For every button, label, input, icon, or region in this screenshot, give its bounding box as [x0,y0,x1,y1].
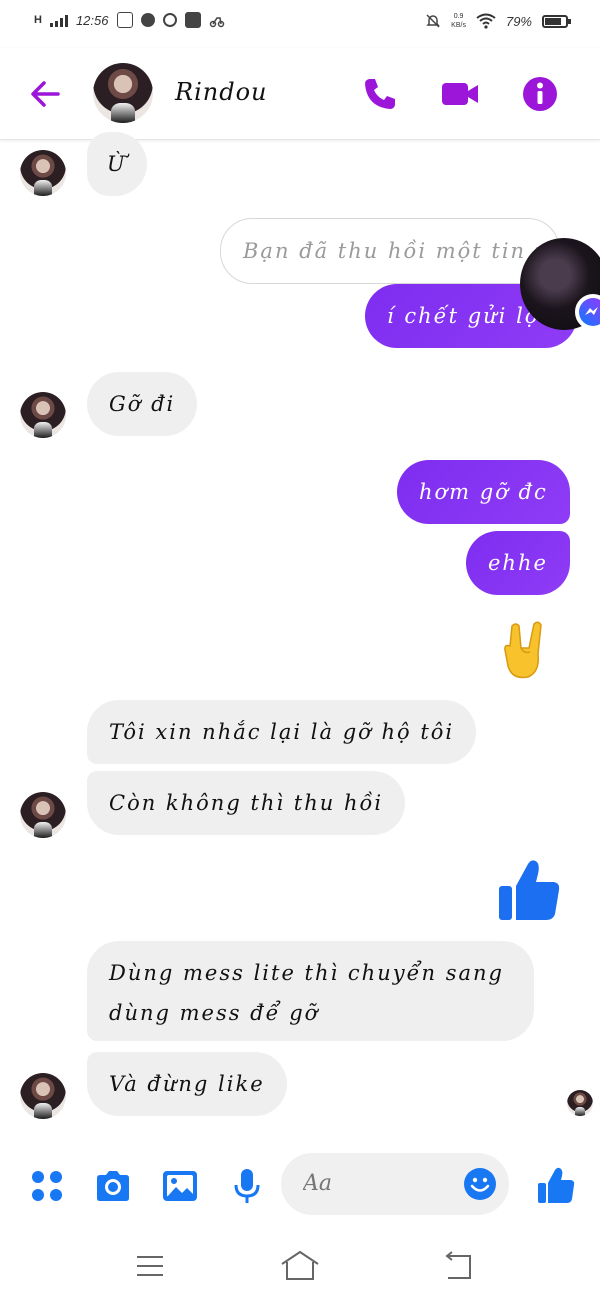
like-icon[interactable] [536,1166,576,1206]
composer-bar [0,1148,600,1228]
status-bar: H 12:56 0.9 KB/s 79% [0,0,600,48]
gallery-icon[interactable] [160,1166,200,1206]
net-speed: 0.9 KB/s [451,12,466,30]
battery-fill [545,17,561,25]
info-icon[interactable] [520,74,560,114]
avatar-image [20,392,66,438]
message-bubble-incoming[interactable]: Ừ [87,132,147,196]
avatar-image [20,150,66,196]
message-line: dùng mess để gỡ [109,1001,320,1025]
wifi-icon [476,13,496,29]
chat-header: Rindou [0,48,600,140]
clock: 12:56 [75,12,109,28]
signal-icon [49,13,68,27]
message-line: Dùng mess lite thì chuyển sang [109,961,504,985]
thumbs-up-icon[interactable] [496,858,562,924]
mic-icon[interactable] [227,1166,267,1206]
sender-avatar[interactable] [20,1073,66,1119]
contact-avatar[interactable] [93,63,153,123]
avatar-image [20,1073,66,1119]
message-bubble-incoming[interactable]: Gỡ đi [87,372,198,436]
zalo-icon [116,12,133,28]
play-icon [184,12,201,28]
message-bubble-incoming[interactable]: Còn không thì thu hồi [87,771,406,835]
rock-hand-emoji[interactable] [500,620,552,680]
message-input-wrapper[interactable] [281,1153,509,1215]
sender-avatar[interactable] [20,150,66,196]
chat-head-bubble[interactable] [520,238,600,330]
net-speed-unit: KB/s [451,22,466,29]
menu-grid-icon[interactable] [27,1166,67,1206]
system-nav-bar [0,1232,600,1300]
net-speed-value: 0.9 [453,13,464,20]
sender-avatar[interactable] [20,792,66,838]
camera-icon[interactable] [93,1166,133,1206]
back-arrow-icon[interactable] [28,76,64,112]
back-icon[interactable] [440,1248,476,1284]
unsent-message-bubble[interactable]: Bạn đã thu hồi một tin nhắn [220,218,560,284]
sender-avatar[interactable] [20,392,66,438]
video-icon[interactable] [440,74,480,114]
scooter-icon [209,17,224,28]
contact-name[interactable]: Rindou [175,78,267,106]
messenger-icon [140,13,155,27]
mute-bell-icon [426,14,440,28]
g-icon [162,13,177,27]
home-icon[interactable] [280,1248,320,1284]
avatar-image [20,792,66,838]
message-bubble-outgoing[interactable]: hơm gỡ đc [397,460,570,524]
menu-icon[interactable] [132,1248,168,1284]
messenger-badge-icon [575,294,600,330]
network-label: H [34,14,42,26]
message-bubble-incoming[interactable]: Dùng mess lite thì chuyển sang dùng mess… [87,941,534,1041]
avatar-image [567,1090,593,1116]
seen-receipt-avatar [567,1090,593,1116]
messenger-logo-icon [579,298,600,326]
message-bubble-outgoing[interactable]: ehhe [466,531,570,595]
battery-icon [542,14,571,28]
battery-percent: 79% [505,13,532,29]
emoji-smile-icon[interactable] [463,1167,497,1201]
phone-icon[interactable] [360,74,400,114]
message-bubble-incoming[interactable]: Và đừng like [87,1052,287,1116]
message-input[interactable] [303,1166,453,1200]
status-right: 0.9 KB/s 79% [425,12,571,30]
status-left: H 12:56 [34,12,225,28]
avatar-image [93,63,153,123]
message-bubble-incoming[interactable]: Tôi xin nhắc lại là gỡ hộ tôi [87,700,477,764]
